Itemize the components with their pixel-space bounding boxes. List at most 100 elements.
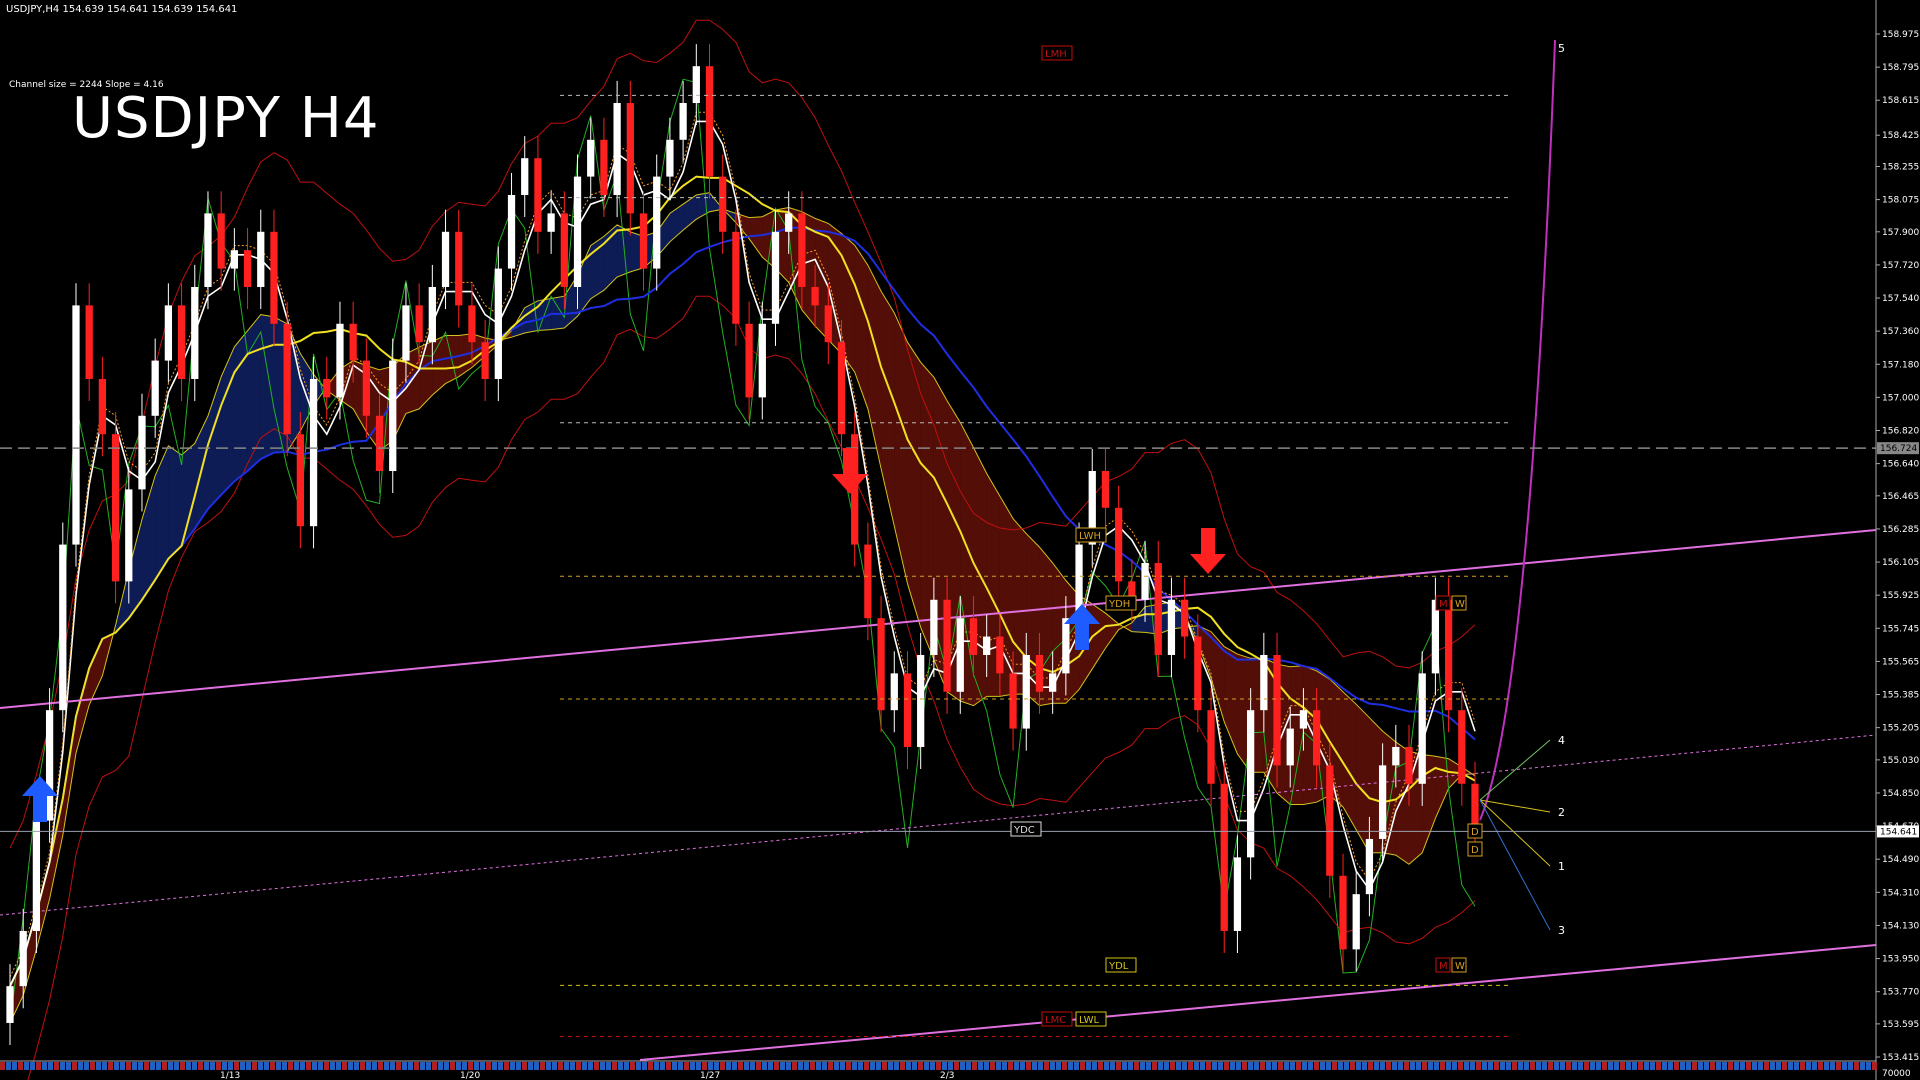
volume-bar <box>1596 1062 1601 1070</box>
candle-body <box>481 342 489 379</box>
price-tick-label: 153.595 <box>1882 1020 1919 1030</box>
candle-body <box>309 378 318 527</box>
volume-bar <box>462 1062 467 1070</box>
volume-bar <box>300 1062 305 1070</box>
volume-bar <box>1086 1062 1091 1070</box>
candle-body <box>415 305 423 343</box>
volume-bar <box>1602 1062 1607 1070</box>
candle-body <box>521 158 529 195</box>
cloud-segment <box>260 314 274 460</box>
volume-bar <box>1320 1062 1325 1070</box>
volume-bar <box>1662 1062 1667 1070</box>
candle-body <box>323 378 331 398</box>
candle-body <box>877 618 885 711</box>
volume-bar <box>1764 1062 1769 1070</box>
candle-body <box>1458 710 1466 784</box>
volume-bar <box>1518 1062 1523 1070</box>
volume-bar <box>804 1062 809 1070</box>
volume-bar <box>1116 1062 1121 1070</box>
volume-bar <box>84 1062 89 1070</box>
volume-bar <box>1818 1062 1823 1070</box>
candle-body <box>1418 673 1426 784</box>
volume-bar <box>1686 1062 1691 1070</box>
volume-bar <box>582 1062 587 1070</box>
volume-bar <box>678 1062 683 1070</box>
candle-body <box>1444 599 1453 711</box>
volume-bar <box>336 1062 341 1070</box>
candle-body <box>705 66 714 177</box>
volume-bar <box>654 1062 659 1070</box>
price-tick-label: 155.565 <box>1882 657 1919 667</box>
volume-bar <box>1872 1062 1877 1070</box>
volume-bar <box>102 1062 107 1070</box>
volume-bar <box>36 1062 41 1070</box>
volume-bar <box>162 1062 167 1070</box>
volume-bar <box>648 1062 653 1070</box>
volume-bar <box>696 1062 701 1070</box>
candle-body <box>613 102 621 195</box>
volume-bar <box>690 1062 695 1070</box>
volume-bar <box>756 1062 761 1070</box>
volume-bar <box>984 1062 989 1070</box>
candle-body <box>1207 710 1215 784</box>
volume-bar <box>12 1062 17 1070</box>
volume-bar <box>1092 1062 1097 1070</box>
candle-body <box>943 599 951 692</box>
projection-label: 3 <box>1558 924 1565 937</box>
volume-bar <box>18 1062 23 1070</box>
volume-bar <box>1644 1062 1649 1070</box>
volume-bar <box>372 1062 377 1070</box>
volume-bar <box>1266 1062 1271 1070</box>
volume-bar <box>1710 1062 1715 1070</box>
volume-bar <box>390 1062 395 1070</box>
price-tick-label: 158.975 <box>1882 30 1919 40</box>
volume-bar <box>330 1062 335 1070</box>
volume-bar <box>1548 1062 1553 1070</box>
candle-body <box>1392 746 1400 766</box>
volume-bar <box>60 1062 65 1070</box>
volume-bar <box>1302 1062 1307 1070</box>
volume-bar <box>1584 1062 1589 1070</box>
volume-bar <box>1836 1062 1841 1070</box>
volume-bar <box>1368 1062 1373 1070</box>
candle-body <box>1431 599 1440 674</box>
volume-bar <box>876 1062 881 1070</box>
volume-bar <box>840 1062 845 1070</box>
volume-bar <box>1824 1062 1829 1070</box>
volume-bar <box>702 1062 707 1070</box>
candle-body <box>336 323 344 398</box>
candle-body <box>587 139 595 177</box>
volume-bar <box>630 1062 635 1070</box>
cloud-segment <box>1343 691 1357 830</box>
price-chart[interactable]: LMHLWHYDHYDCYDLLWLLMCM WDDM W54213 158.975… <box>0 0 1920 1080</box>
volume-bar <box>834 1062 839 1070</box>
cloud-segment <box>234 330 248 482</box>
candle-body <box>283 323 291 435</box>
price-tick-label: 157.180 <box>1882 360 1919 370</box>
level-label: W <box>1455 599 1465 610</box>
candle-body <box>864 544 872 619</box>
volume-bar <box>1638 1062 1643 1070</box>
volume-bar <box>1338 1062 1343 1070</box>
candle-body <box>428 286 436 343</box>
candle-body <box>903 673 912 747</box>
volume-bar <box>912 1062 917 1070</box>
level-label: YDH <box>1108 599 1130 610</box>
price-tick-label: 156.105 <box>1882 558 1919 568</box>
volume-bar <box>720 1062 725 1070</box>
level-label: YDC <box>1013 825 1035 836</box>
volume-bar <box>1380 1062 1385 1070</box>
volume-bar <box>438 1062 443 1070</box>
price-tick-label: 158.255 <box>1882 162 1919 172</box>
volume-bar <box>48 1062 53 1070</box>
price-tick-label: 157.540 <box>1882 294 1919 304</box>
volume-bar <box>1416 1062 1421 1070</box>
volume-bar <box>1494 1062 1499 1070</box>
volume-bar <box>1674 1062 1679 1070</box>
volume-bar <box>150 1062 155 1070</box>
level-label: M <box>1439 961 1448 972</box>
candle-body <box>1035 654 1044 692</box>
level-label: YDL <box>1108 961 1129 972</box>
volume-bar <box>132 1062 137 1070</box>
volume-bar <box>1758 1062 1763 1070</box>
